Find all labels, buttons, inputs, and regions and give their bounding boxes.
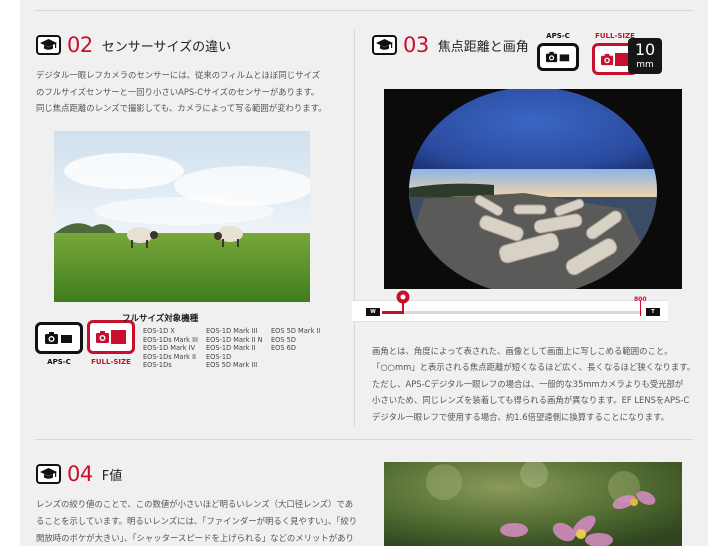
graduation-cap-icon [372, 35, 397, 55]
section-02-body: デジタル一眼レフカメラのセンサーには、従来のフィルムとほぼ同じサイズ のフルサイ… [36, 67, 327, 117]
body-line: デジタル一眼レフで使用する場合、約1.6倍望遠側に換算することになります。 [372, 411, 670, 422]
focal-length-display: 10 mm [628, 38, 662, 74]
apsc-label: APS-C [546, 32, 570, 40]
camera-icon [35, 322, 83, 354]
body-line: 開放時のボケが大きい」、「シャッタースピードを上げられる」などのメリットがあり [36, 532, 354, 543]
model-item: EOS-1D Mark II [206, 344, 256, 353]
models-column-2: EOS-1D Mark III EOS-1D Mark II N EOS-1D … [206, 327, 263, 370]
model-item: EOS-1Ds Mark III [143, 335, 198, 344]
models-column-3: EOS 5D Mark II EOS 5D EOS 6D [271, 327, 320, 353]
graduation-cap-icon [36, 464, 61, 484]
model-item: EOS-1D Mark II N [206, 335, 263, 344]
model-item: EOS 5D Mark II [271, 327, 321, 335]
body-line: 小さいため、同じレンズを装着しても得られる画角が異なります。EF LENSをAP… [372, 395, 690, 406]
graduation-cap-icon [36, 35, 61, 55]
fisheye-photo [384, 89, 682, 289]
camera-icon [87, 320, 135, 354]
apsc-toggle[interactable]: APS-C [537, 32, 579, 71]
focal-length-slider[interactable]: W T 800 [352, 288, 692, 328]
slider-handle[interactable] [396, 290, 410, 314]
section-title: F値 [101, 468, 123, 484]
camera-icon [537, 43, 579, 71]
section-03-header: 03 焦点距離と画角 [372, 33, 529, 57]
model-item: EOS-1Ds Mark II [143, 352, 196, 361]
model-item: EOS-1D [206, 352, 232, 361]
section-04-body: レンズの絞り値のことで、この数値が小さいほど明るいレンズ（大口径レンズ）であ る… [36, 496, 357, 546]
body-line: レンズの絞り値のことで、この数値が小さいほど明るいレンズ（大口径レンズ）であ [36, 499, 354, 509]
model-item: EOS 5D [271, 335, 296, 344]
body-line: 画角とは、角度によって表された、画像として画面上に写しこめる範囲のこと。 [372, 346, 673, 356]
focal-length-value: 10 [634, 40, 656, 59]
max-tick-label: 800 [634, 296, 647, 303]
section-number: 02 [67, 33, 93, 57]
model-item: EOS 5D Mark III [206, 361, 258, 370]
focal-length-unit: mm [636, 60, 654, 70]
section-04-header: 04 F値 [36, 462, 122, 486]
section-number: 03 [403, 33, 429, 57]
slider-track[interactable] [382, 311, 642, 314]
full-size-badge[interactable]: FULL-SIZE [87, 320, 135, 366]
tele-end-label: T [646, 308, 660, 316]
model-item: EOS-1D Mark III [206, 327, 258, 335]
full-size-label: FULL-SIZE [91, 358, 131, 366]
body-line: デジタル一眼レフカメラのセンサーには、従来のフィルムとほぼ同じサイズ [36, 70, 320, 80]
section-title: センサーサイズの違い [101, 39, 232, 55]
model-item: EOS-1Ds [143, 361, 172, 370]
model-item: EOS-1D Mark IV [143, 344, 196, 353]
section-number: 04 [67, 462, 93, 486]
model-item: EOS-1D X [143, 327, 175, 335]
body-line: ただし、APS-Cデジタル一眼レフの場合は、一般的な35mmカメラよりも受光部が [372, 378, 684, 389]
section-title: 焦点距離と画角 [437, 39, 529, 55]
model-item: EOS 6D [271, 344, 296, 353]
wide-end-label: W [366, 308, 380, 316]
cosmos-flowers-photo [384, 462, 682, 546]
body-line: 「○○mm」と表示される焦点距離が短くなるほど広く、長くなるほど狭くなります。 [372, 362, 696, 373]
models-column-1: EOS-1D X EOS-1Ds Mark III EOS-1D Mark IV… [143, 327, 198, 370]
body-line: 同じ焦点距離のレンズで撮影しても、カメラによって写る範囲が変わります。 [36, 103, 327, 113]
top-divider [35, 10, 693, 11]
column-divider [354, 30, 355, 426]
body-line: ることを示しています。明るいレンズには、「ファインダーが明るく見やすい」、「絞り [36, 515, 358, 526]
apsc-badge[interactable]: APS-C [35, 322, 83, 366]
section-03-body: 画角とは、角度によって表された、画像として画面上に写しこめる範囲のこと。 「○○… [372, 343, 695, 425]
models-title: フルサイズ対象機種 [122, 314, 199, 324]
section-divider [35, 439, 693, 440]
body-line: のフルサイズセンサーと一回り小さいAPS-Cサイズのセンサーがあります。 [36, 86, 320, 97]
sheep-field-photo [54, 131, 310, 302]
section-02-header: 02 センサーサイズの違い [36, 33, 231, 57]
apsc-label: APS-C [47, 358, 71, 366]
